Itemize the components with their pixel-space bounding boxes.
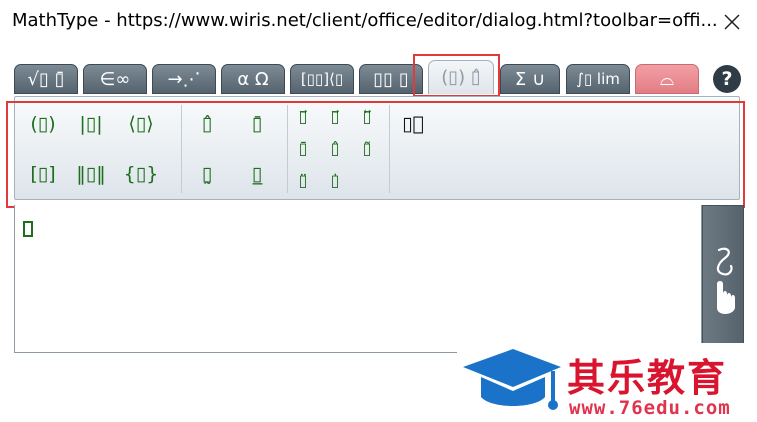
tab-greek[interactable]: α Ω xyxy=(221,64,285,94)
panel-divider xyxy=(389,105,390,193)
handwriting-toggle[interactable] xyxy=(702,205,744,353)
boxed-button[interactable]: ▯⃞ xyxy=(393,107,433,141)
tilde-button[interactable]: ▯̃ xyxy=(347,131,387,165)
tab-symbols[interactable]: ∈∞ xyxy=(83,64,147,94)
title-bar: MathType - https://www.wiris.net/client/… xyxy=(0,0,757,44)
symbol-panel: (▯) |▯| ⟨▯⟩ [▯] ‖▯‖ {▯} ▯̂ ▯̄ ▯̰ ▯̲ ▯⃗ ▯… xyxy=(14,96,740,200)
bar-button[interactable]: ▯̄ xyxy=(237,107,277,141)
watermark-title: 其乐教育 xyxy=(567,356,728,400)
tab-arrows[interactable]: →⋰ xyxy=(152,64,216,94)
watermark: 其乐教育 www.76edu.com xyxy=(457,343,757,422)
watermark-url: www.76edu.com xyxy=(569,397,731,419)
toolbar-tabs: √▯ ▯̄ ∈∞ →⋰ α Ω [▯▯]⟨▯ ▯▯ ▯ (▯) ▯̂ Σ ∪ ∫… xyxy=(0,54,757,98)
under-tilde-button[interactable]: ▯̰ xyxy=(187,157,227,191)
hand-icon xyxy=(716,247,735,314)
underline-button[interactable]: ▯̲ xyxy=(237,157,277,191)
paren-button[interactable]: (▯) xyxy=(23,107,63,141)
vector-both-button[interactable]: ▯⃡ xyxy=(347,99,387,133)
norm-button[interactable]: ‖▯‖ xyxy=(71,157,111,191)
tab-matrices[interactable]: [▯▯]⟨▯ xyxy=(290,64,354,94)
placeholder-box[interactable] xyxy=(23,221,33,237)
hat-button[interactable]: ▯̂ xyxy=(187,107,227,141)
tab-calculus[interactable]: ∫▯ lim xyxy=(566,64,630,94)
tab-general[interactable]: √▯ ▯̄ xyxy=(14,64,78,94)
formula-editor[interactable] xyxy=(14,205,702,353)
panel-divider xyxy=(181,105,182,193)
help-button[interactable]: ? xyxy=(713,65,741,93)
close-button[interactable] xyxy=(714,4,750,40)
tab-big-operators[interactable]: Σ ∪ xyxy=(500,64,560,94)
abs-button[interactable]: |▯| xyxy=(71,107,111,141)
tab-scripts[interactable]: ▯▯ ▯ xyxy=(359,64,423,94)
window-title: MathType - https://www.wiris.net/client/… xyxy=(12,10,718,31)
tab-chemistry[interactable]: ⌓ xyxy=(635,64,699,94)
brace-button[interactable]: {▯} xyxy=(121,157,161,191)
dot-button[interactable]: ▯̇ xyxy=(315,163,355,197)
close-icon xyxy=(724,14,740,30)
square-bracket-button[interactable]: [▯] xyxy=(23,157,63,191)
tab-decorations[interactable]: (▯) ▯̂ xyxy=(428,60,494,94)
graduation-cap-icon xyxy=(463,349,561,410)
angle-bracket-button[interactable]: ⟨▯⟩ xyxy=(121,107,161,141)
